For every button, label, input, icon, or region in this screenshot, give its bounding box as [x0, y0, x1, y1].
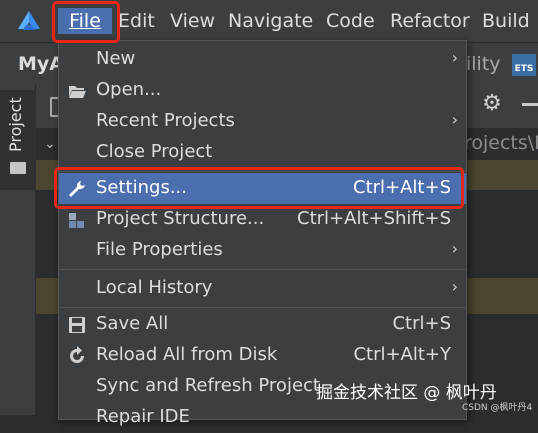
menu-separator: [59, 269, 466, 270]
reload-icon: [70, 346, 84, 363]
menu-item-close-project[interactable]: Close Project: [59, 137, 466, 168]
project-tab-label: Project: [6, 97, 25, 152]
menu-item-label: Sync and Refresh Project: [96, 375, 320, 396]
menu-item-label: New: [96, 48, 136, 69]
menu-navigate-label: Navigate: [228, 10, 314, 32]
menu-edit-label: Edit: [118, 10, 155, 32]
menu-item-file-properties[interactable]: File Properties ›: [59, 235, 466, 266]
ets-file-icon: ETS: [512, 54, 536, 76]
menu-item-label: File Properties: [96, 239, 223, 260]
menu-refactor[interactable]: Refactor: [386, 8, 474, 34]
menu-item-label: Open...: [96, 79, 162, 100]
menu-item-recent-projects[interactable]: Recent Projects ›: [59, 106, 466, 137]
project-structure-icon: [69, 213, 84, 228]
menu-item-label: Save All: [96, 313, 169, 334]
menu-item-label: Project Structure...: [96, 208, 265, 229]
folder-open-icon: [69, 86, 86, 98]
chevron-down-icon[interactable]: ⌄: [44, 136, 56, 152]
menu-item-shortcut: Ctrl+Alt+Shift+S: [297, 208, 451, 229]
nav-breadcrumb-fragment: ility: [466, 53, 501, 75]
menu-code-label: Code: [326, 10, 375, 32]
gear-icon[interactable]: ⚙: [481, 93, 503, 115]
submenu-arrow-icon: ›: [451, 277, 458, 296]
menu-item-reload-all[interactable]: Reload All from Disk Ctrl+Alt+Y: [59, 340, 466, 371]
menu-item-shortcut: Ctrl+Alt+Y: [353, 344, 451, 365]
watermark-small-text: CSDN @枫叶丹4: [462, 403, 533, 413]
menu-item-local-history[interactable]: Local History ›: [59, 273, 466, 304]
highlight-box-settings: [54, 167, 464, 209]
menu-view-label: View: [170, 10, 216, 32]
menu-item-label: Local History: [96, 277, 213, 298]
menu-item-shortcut: Ctrl+S: [392, 313, 451, 334]
menu-code[interactable]: Code: [322, 8, 379, 34]
save-icon: [69, 317, 85, 333]
submenu-arrow-icon: ›: [451, 239, 458, 258]
menu-edit[interactable]: Edit: [114, 8, 159, 34]
app-logo-icon[interactable]: [16, 10, 42, 32]
menu-separator: [59, 307, 466, 308]
minimize-icon[interactable]: [522, 103, 538, 106]
menu-item-repair-ide[interactable]: Repair IDE: [59, 402, 466, 433]
menu-build[interactable]: Build: [478, 8, 534, 34]
menu-view[interactable]: View: [166, 8, 219, 34]
submenu-arrow-icon: ›: [451, 110, 458, 129]
folder-icon: [10, 162, 26, 174]
menu-build-label: Build: [482, 10, 530, 32]
menu-item-new[interactable]: New ›: [59, 44, 466, 75]
project-path-text: rojects\M: [464, 132, 538, 154]
menu-item-save-all[interactable]: Save All Ctrl+S: [59, 309, 466, 340]
menu-refactor-label: Refactor: [390, 10, 470, 32]
menu-item-label: Repair IDE: [96, 406, 190, 427]
submenu-arrow-icon: ›: [451, 48, 458, 67]
menu-item-label: Reload All from Disk: [96, 344, 278, 365]
menu-item-open[interactable]: Open...: [59, 75, 466, 106]
file-menu-dropdown: New › Open... Recent Projects › Close Pr…: [58, 40, 467, 427]
ets-badge-label: ETS: [514, 64, 534, 74]
menu-navigate[interactable]: Navigate: [224, 8, 317, 34]
menu-item-label: Close Project: [96, 141, 213, 162]
menu-item-label: Recent Projects: [96, 110, 235, 131]
highlight-box-file: [52, 1, 120, 43]
